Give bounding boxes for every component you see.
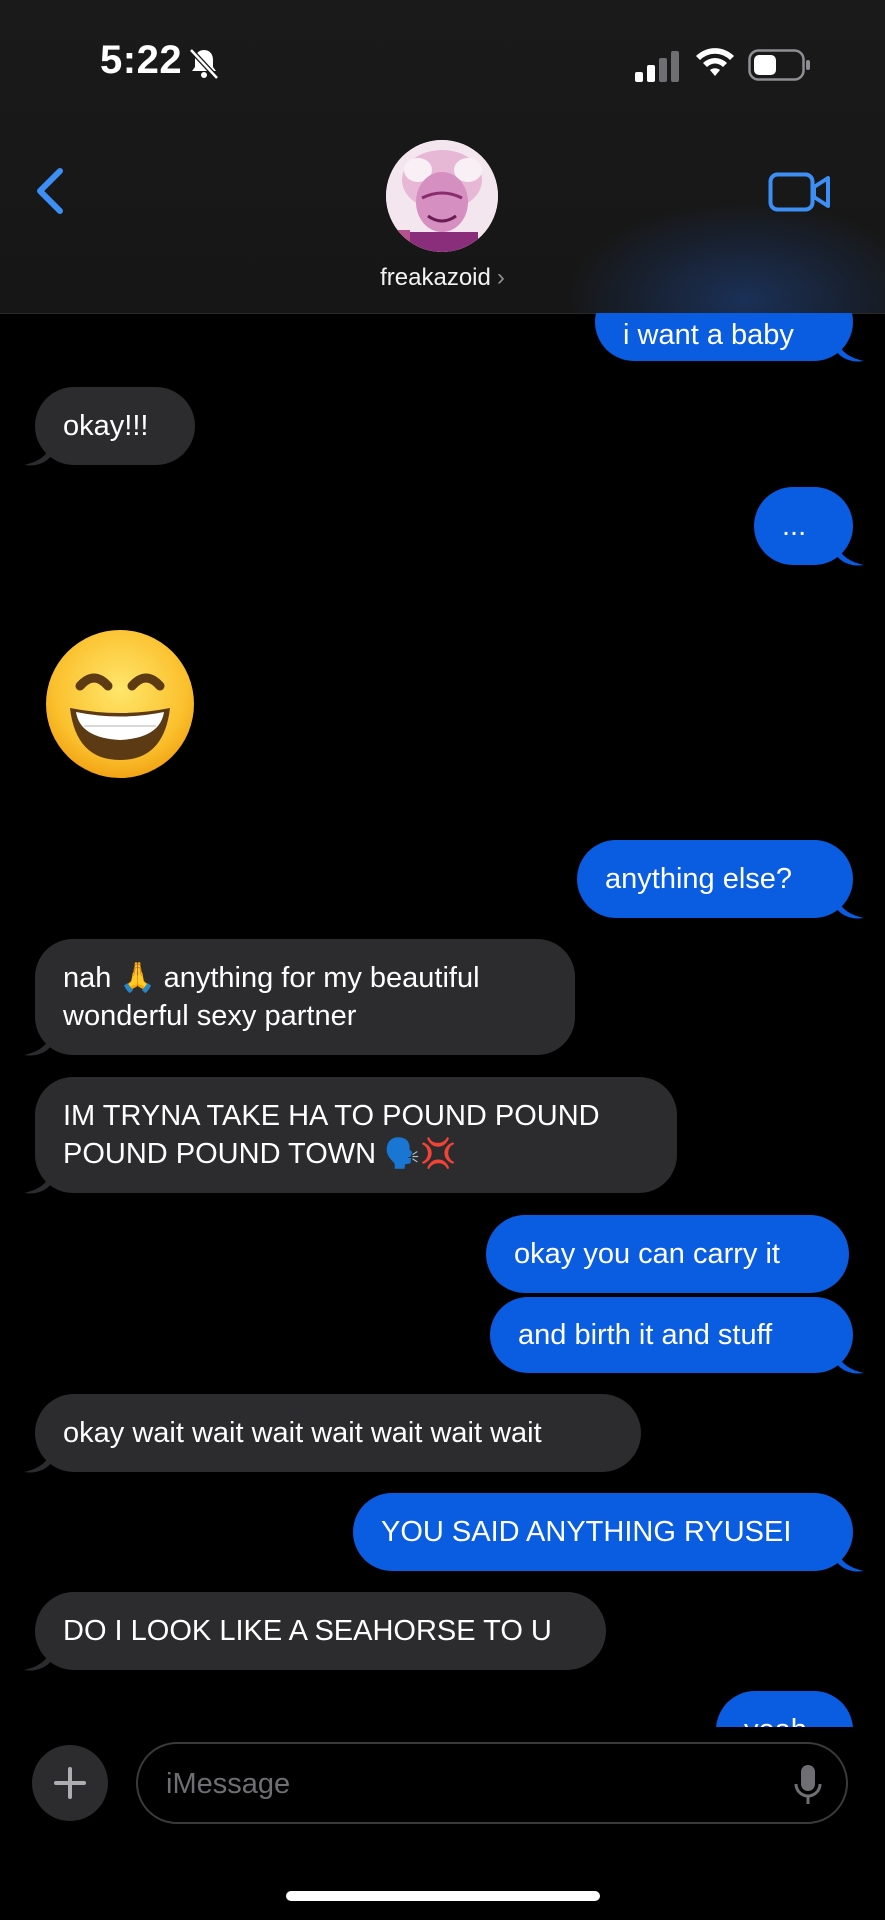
message-thread[interactable]: i want a baby okay!!! ... anything else? xyxy=(0,313,885,1727)
chevron-right-icon: › xyxy=(496,264,505,291)
message-text: nah 🙏 anything for my beautiful wonderfu… xyxy=(63,962,480,1032)
message-text: okay you can carry it xyxy=(514,1238,780,1270)
contact-name-label[interactable]: freakazoid xyxy=(380,264,491,291)
status-time: 5:22 xyxy=(100,38,183,82)
message-text: i want a baby xyxy=(623,319,794,351)
message-text: yeah xyxy=(744,1711,807,1727)
message-text: okay wait wait wait wait wait wait wait xyxy=(63,1417,542,1449)
plus-button[interactable] xyxy=(32,1745,108,1821)
message-text: DO I LOOK LIKE A SEAHORSE TO U xyxy=(63,1615,552,1647)
message-bubble-outgoing[interactable]: and birth it and stuff xyxy=(490,1297,853,1373)
plus-icon xyxy=(54,1767,86,1799)
bubble-tail xyxy=(836,1545,864,1572)
message-text: IM TRYNA TAKE HA TO POUND POUND POUND PO… xyxy=(63,1100,600,1170)
bubble-tail xyxy=(836,892,864,919)
message-text: ... xyxy=(782,510,807,542)
bubble-tail xyxy=(836,1347,864,1374)
contact-name[interactable]: freakazoid › xyxy=(0,264,885,292)
avatar[interactable] xyxy=(386,140,498,252)
grinning-face-emoji-icon[interactable] xyxy=(44,628,196,780)
message-bubble-incoming[interactable]: IM TRYNA TAKE HA TO POUND POUND POUND PO… xyxy=(35,1077,677,1193)
message-text: and birth it and stuff xyxy=(518,1319,773,1351)
message-text: YOU SAID ANYTHING RYUSEI xyxy=(381,1516,792,1548)
bubble-tail xyxy=(836,335,864,362)
message-bubble-outgoing[interactable]: okay you can carry it xyxy=(486,1215,849,1293)
conversation-header: 5:22 freakazoid › xyxy=(0,0,885,314)
back-chevron-icon[interactable] xyxy=(30,165,74,217)
home-indicator[interactable] xyxy=(286,1891,600,1901)
message-text: anything else? xyxy=(605,863,793,895)
bubble-tail xyxy=(24,1446,52,1473)
message-bubble-incoming[interactable]: DO I LOOK LIKE A SEAHORSE TO U xyxy=(35,1592,606,1670)
message-bubble-outgoing[interactable]: anything else? xyxy=(577,840,853,918)
message-bubble-incoming[interactable]: okay!!! xyxy=(35,387,195,465)
message-bubble-outgoing[interactable]: i want a baby xyxy=(595,313,853,361)
bubble-tail xyxy=(24,1167,52,1194)
message-bubble-outgoing[interactable]: yeah xyxy=(716,1691,853,1727)
message-bubble-incoming[interactable]: nah 🙏 anything for my beautiful wonderfu… xyxy=(35,939,575,1055)
video-call-icon[interactable] xyxy=(768,170,832,214)
header-glow xyxy=(565,200,885,313)
bubble-tail xyxy=(836,539,864,566)
bubble-tail xyxy=(24,1644,52,1671)
cellular-signal-icon xyxy=(635,51,679,82)
battery-icon xyxy=(748,49,810,81)
message-bubble-outgoing[interactable]: YOU SAID ANYTHING RYUSEI xyxy=(353,1493,853,1571)
message-input[interactable] xyxy=(164,1760,768,1808)
bubble-tail xyxy=(24,1029,52,1056)
message-bubble-incoming[interactable]: okay wait wait wait wait wait wait wait xyxy=(35,1394,641,1472)
bubble-tail xyxy=(24,439,52,466)
microphone-icon[interactable] xyxy=(794,1764,822,1806)
wifi-icon xyxy=(696,48,734,76)
message-text: okay!!! xyxy=(63,410,149,442)
bell-slash-icon xyxy=(189,48,219,80)
message-input-field[interactable] xyxy=(136,1742,848,1824)
